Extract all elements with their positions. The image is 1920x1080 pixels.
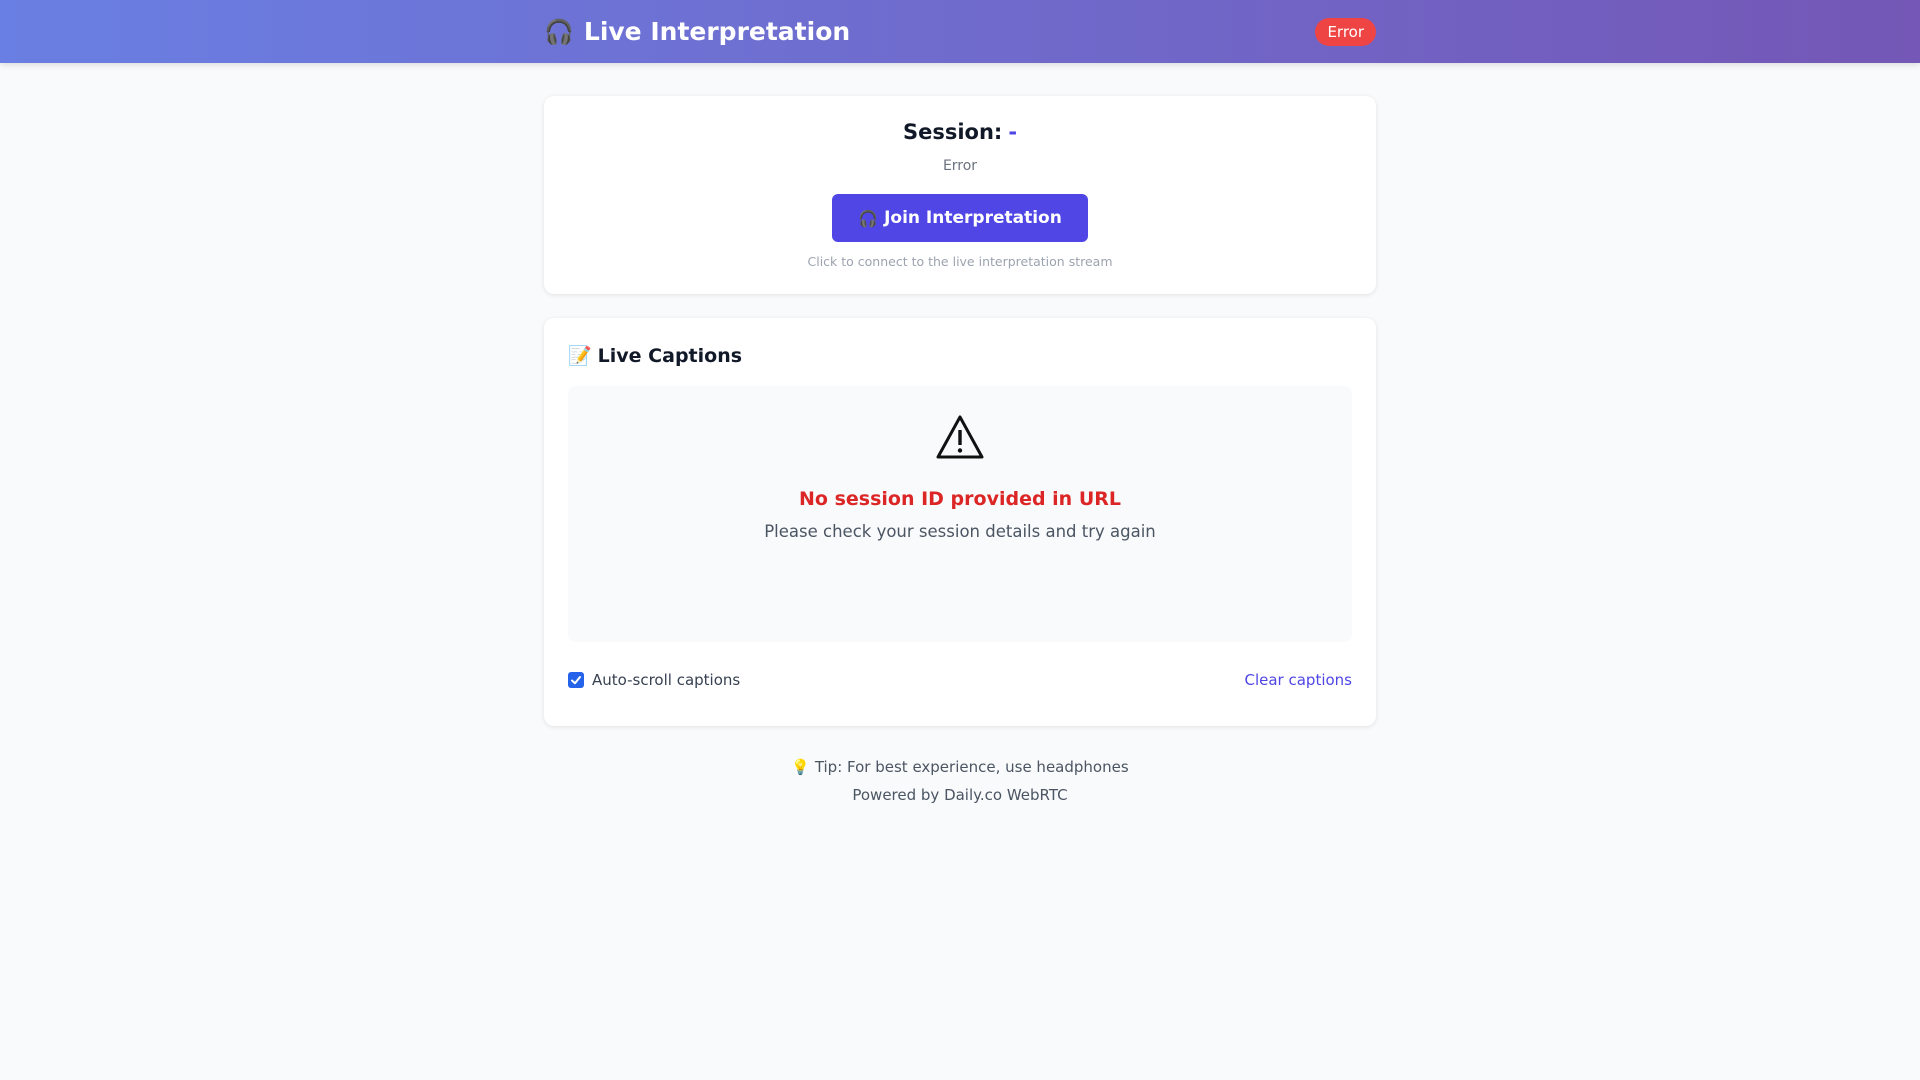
session-id: - [1008, 120, 1018, 144]
captions-heading: 📝 Live Captions [568, 344, 743, 368]
autoscroll-checkbox[interactable] [568, 672, 584, 688]
app-header: 🎧 Live Interpretation Error [0, 0, 1920, 63]
autoscroll-toggle[interactable]: Auto-scroll captions [568, 671, 740, 689]
join-interpretation-button[interactable]: 🎧 Join Interpretation [832, 194, 1088, 242]
app-title-text: Live Interpretation [583, 17, 851, 46]
error-message: No session ID provided in URL [799, 488, 1121, 510]
memo-icon: 📝 [568, 345, 592, 367]
tip-label: Tip: For best experience, use headphones [814, 758, 1129, 776]
headphones-icon: 🎧 [544, 17, 574, 46]
app-title: 🎧 Live Interpretation [544, 17, 850, 46]
powered-by: Powered by Daily.co WebRTC [852, 786, 1068, 804]
warning-icon [936, 415, 984, 459]
lightbulb-icon: 💡 [791, 758, 811, 776]
captions-card: 📝 Live Captions No session ID provided i… [544, 318, 1376, 726]
session-heading: Session: - [544, 120, 1376, 144]
autoscroll-label: Auto-scroll captions [592, 671, 741, 689]
session-card: Session: - Error 🎧 Join Interpretation Cl… [544, 96, 1376, 294]
captions-area[interactable]: No session ID provided in URL Please che… [568, 386, 1352, 642]
join-hint: Click to connect to the live interpretat… [807, 254, 1113, 269]
checkmark-icon [571, 676, 581, 685]
error-detail: Please check your session details and tr… [764, 522, 1156, 541]
header-inner: 🎧 Live Interpretation Error [544, 0, 1376, 63]
tip-text: 💡 Tip: For best experience, use headphon… [544, 758, 1376, 776]
session-status: Error [942, 158, 978, 174]
headphones-icon: 🎧 [858, 208, 879, 228]
captions-footer: Auto-scroll captions Clear captions [568, 670, 1352, 690]
session-label: Session: [902, 120, 1003, 144]
captions-heading-text: Live Captions [597, 344, 743, 367]
status-badge: Error [1315, 17, 1376, 46]
clear-captions-link[interactable]: Clear captions [1244, 671, 1352, 689]
join-button-label: Join Interpretation [884, 208, 1062, 228]
